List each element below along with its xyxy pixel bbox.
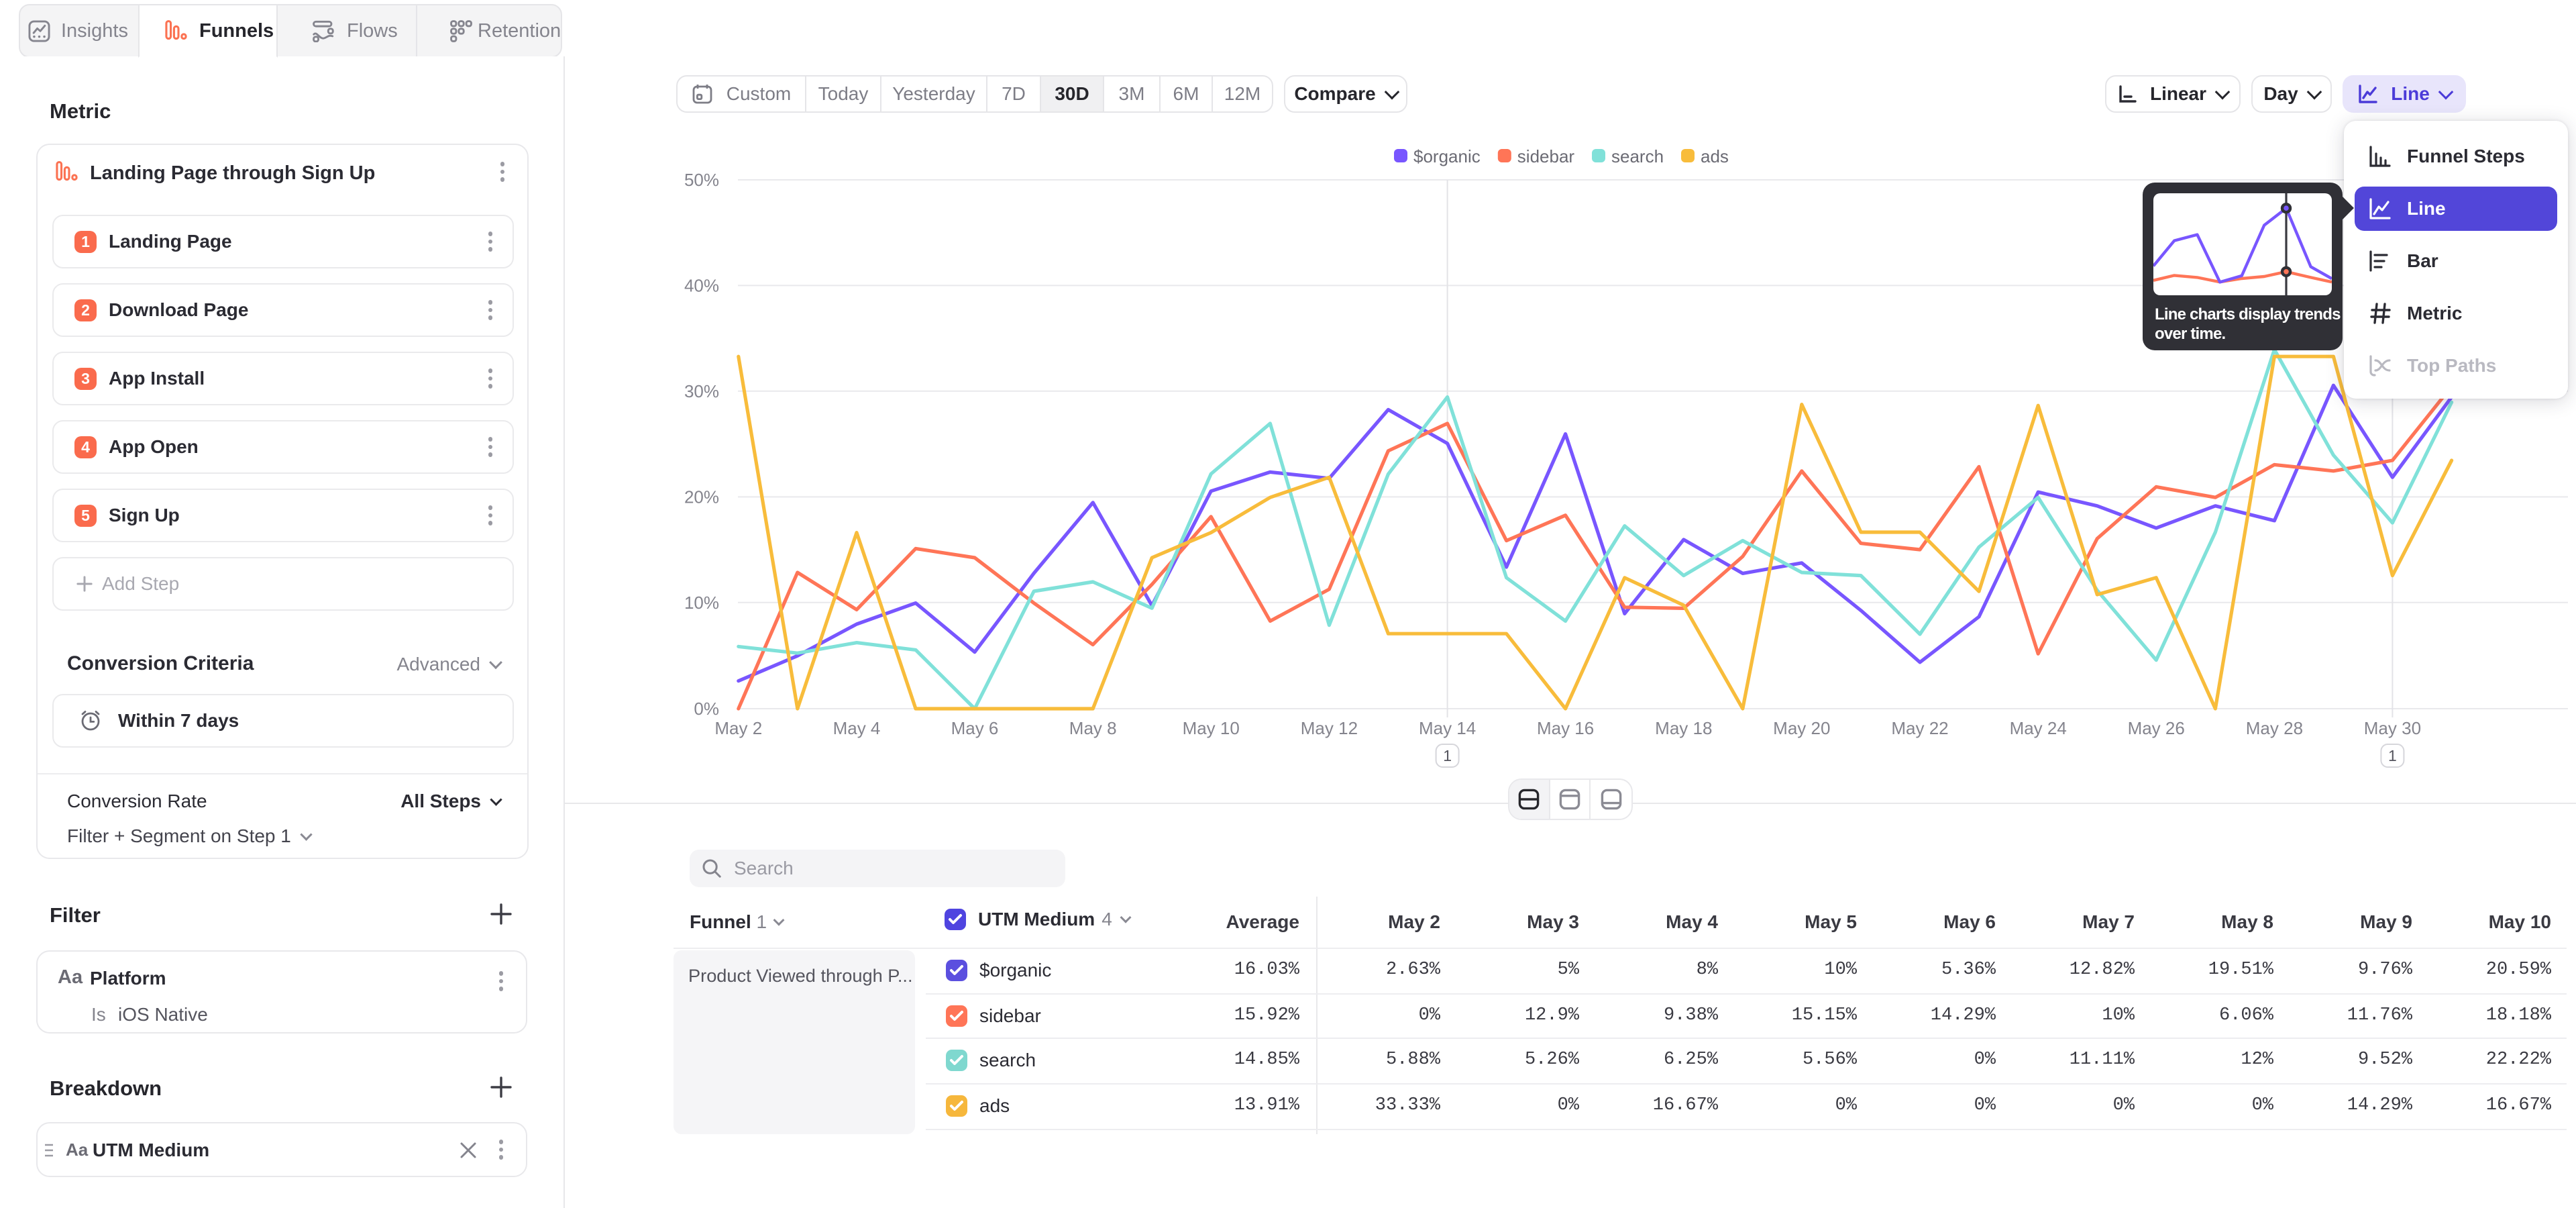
svg-text:1: 1 [2388, 747, 2397, 764]
svg-text:sidebar: sidebar [1517, 146, 1575, 166]
svg-text:May 22: May 22 [1891, 718, 1948, 738]
svg-text:ads: ads [1701, 146, 1729, 166]
svg-text:May 14: May 14 [1419, 718, 1476, 738]
svg-text:May 2: May 2 [714, 718, 762, 738]
svg-text:10%: 10% [684, 593, 719, 613]
svg-text:May 30: May 30 [2364, 718, 2421, 738]
svg-text:30%: 30% [684, 381, 719, 401]
svg-text:May 18: May 18 [1655, 718, 1712, 738]
svg-text:1: 1 [1443, 747, 1452, 764]
svg-text:May 20: May 20 [1773, 718, 1830, 738]
svg-text:May 26: May 26 [2128, 718, 2185, 738]
svg-text:May 12: May 12 [1301, 718, 1358, 738]
svg-text:May 16: May 16 [1537, 718, 1594, 738]
svg-text:May 24: May 24 [2010, 718, 2067, 738]
svg-text:20%: 20% [684, 487, 719, 507]
svg-text:search: search [1611, 146, 1664, 166]
svg-text:May 28: May 28 [2246, 718, 2303, 738]
svg-text:May 6: May 6 [951, 718, 999, 738]
svg-text:May 10: May 10 [1183, 718, 1240, 738]
svg-text:May 4: May 4 [833, 718, 881, 738]
svg-text:50%: 50% [684, 170, 719, 190]
svg-text:40%: 40% [684, 275, 719, 295]
svg-text:0%: 0% [694, 699, 719, 719]
svg-text:$organic: $organic [1413, 146, 1481, 166]
svg-text:May 8: May 8 [1069, 718, 1117, 738]
